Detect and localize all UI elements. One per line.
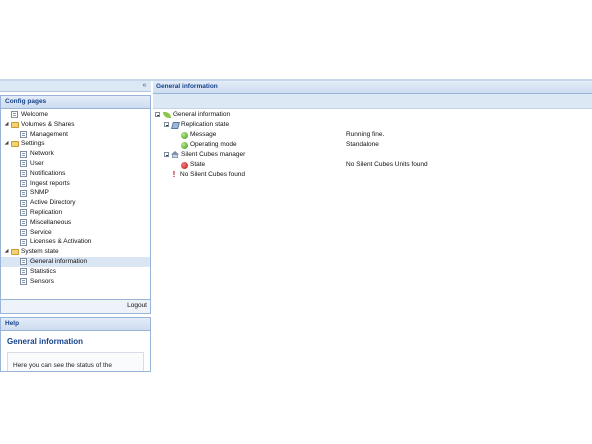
sidebar-item[interactable]: Active Directory [1, 198, 150, 208]
leaf-icon [163, 111, 171, 118]
sidebar-item[interactable]: Notifications [1, 169, 150, 179]
folder-icon [11, 249, 19, 256]
sidebar-item[interactable]: General information [1, 257, 150, 267]
ok-status-icon [181, 131, 188, 139]
sidebar-item[interactable]: ◢ Settings [1, 139, 150, 149]
replication-icon [171, 121, 180, 129]
folder-icon [11, 121, 19, 128]
sidebar-item-label: Ingest reports [30, 179, 70, 187]
page-icon [20, 179, 27, 187]
expand-toggle-icon[interactable]: ◢ [4, 247, 9, 257]
config-pages-panel: Config pages Welcome ◢ Volumes & Shares Man… [0, 95, 151, 314]
sidebar-item-label: User [30, 160, 44, 167]
main-toolbar [153, 94, 592, 109]
page-icon [20, 258, 27, 266]
page-icon [20, 228, 27, 236]
page-icon [20, 170, 27, 178]
main-title: General information [153, 81, 592, 94]
operating-mode-value: Standalone [346, 141, 379, 148]
sidebar-item-label: Miscellaneous [30, 218, 72, 226]
folder-icon [11, 141, 19, 148]
sidebar-item-label: General information [30, 258, 88, 265]
sidebar-item-label: System state [21, 248, 59, 256]
ok-status-icon [181, 141, 188, 149]
sidebar-item[interactable]: SNMP [1, 188, 150, 198]
sidebar-item-label: Replication [30, 209, 63, 216]
page-icon [20, 150, 27, 158]
error-status-icon [181, 161, 188, 169]
sidebar-item[interactable]: Sensors [1, 277, 150, 287]
page-icon [20, 238, 27, 246]
status-label: Message [190, 131, 217, 138]
page-icon [20, 130, 27, 138]
left-column: « Config pages Welcome ◢ Volumes & Shares M… [0, 81, 151, 372]
logout-bar: Logout [1, 299, 150, 313]
sidebar-item[interactable]: Network [1, 149, 150, 159]
sidebar-item-label: Service [30, 228, 52, 236]
help-heading: General information [7, 337, 84, 346]
page-icon [20, 219, 27, 227]
sidebar-item-label: Notifications [30, 169, 66, 177]
collapse-left-button[interactable]: « [140, 82, 149, 90]
sidebar-item-label: Management [30, 130, 68, 138]
help-text: Here you can see the status of the [13, 362, 113, 369]
config-pages-title: Config pages [1, 96, 150, 109]
sidebar-item-label: Settings [21, 140, 45, 148]
collapse-icon[interactable] [164, 122, 169, 127]
sidebar-item-label: Network [30, 150, 54, 158]
sidebar-item-label: Statistics [30, 267, 57, 275]
config-tree: Welcome ◢ Volumes & Shares Management ◢ Setti… [1, 109, 150, 298]
sidebar-item[interactable]: Statistics [1, 267, 150, 277]
sidebar-item[interactable]: ◢ Volumes & Shares [1, 120, 150, 130]
sidebar-item-label: Active Directory [30, 199, 76, 207]
sidebar-item[interactable]: Welcome [1, 110, 150, 120]
sidebar-item-label: Licenses & Activation [30, 238, 92, 246]
expand-toggle-icon[interactable]: ◢ [4, 120, 9, 130]
sidebar-item-label: Sensors [30, 277, 54, 285]
page-icon [20, 277, 27, 285]
logout-button[interactable]: Logout [127, 302, 147, 309]
status-label: General information [173, 111, 231, 118]
state-value: No Silent Cubes Units found [346, 161, 428, 168]
sidebar-item[interactable]: Management [1, 130, 150, 140]
collapse-icon[interactable] [155, 112, 160, 117]
sidebar-item-label: Welcome [21, 111, 48, 118]
expand-toggle-icon[interactable]: ◢ [4, 139, 9, 149]
collapse-bar: « [0, 81, 151, 92]
page-icon [20, 268, 27, 276]
main-panel: General information General information … [153, 81, 592, 368]
status-label: Silent Cubes manager [181, 151, 246, 158]
page-icon [20, 189, 27, 197]
status-label: Operating mode [190, 141, 237, 148]
sidebar-item[interactable]: Miscellaneous [1, 218, 150, 228]
page-icon [20, 160, 27, 168]
collapse-icon[interactable] [164, 152, 169, 157]
sidebar-item[interactable]: Ingest reports [1, 179, 150, 189]
status-label: State [190, 161, 206, 168]
status-label: Replication state [181, 121, 230, 128]
status-label: No Silent Cubes found [180, 171, 246, 178]
page-icon [20, 199, 27, 207]
sidebar-item[interactable]: ◢ System state [1, 247, 150, 257]
house-icon [171, 151, 179, 158]
warning-icon: ! [172, 170, 176, 179]
app-window: « Config pages Welcome ◢ Volumes & Shares M… [0, 79, 592, 372]
sidebar-item[interactable]: Replication [1, 208, 150, 218]
help-title: Help [1, 318, 150, 331]
sidebar-item-label: SNMP [30, 189, 49, 197]
sidebar-item[interactable]: Licenses & Activation [1, 237, 150, 247]
sidebar-item[interactable]: Service [1, 228, 150, 238]
page-icon [11, 111, 18, 119]
sidebar-item-label: Volumes & Shares [21, 120, 75, 128]
help-panel: Help General information Here you can se… [0, 317, 151, 372]
message-value: Running fine. [346, 131, 385, 138]
page-icon [20, 209, 27, 217]
sidebar-item[interactable]: User [1, 159, 150, 169]
